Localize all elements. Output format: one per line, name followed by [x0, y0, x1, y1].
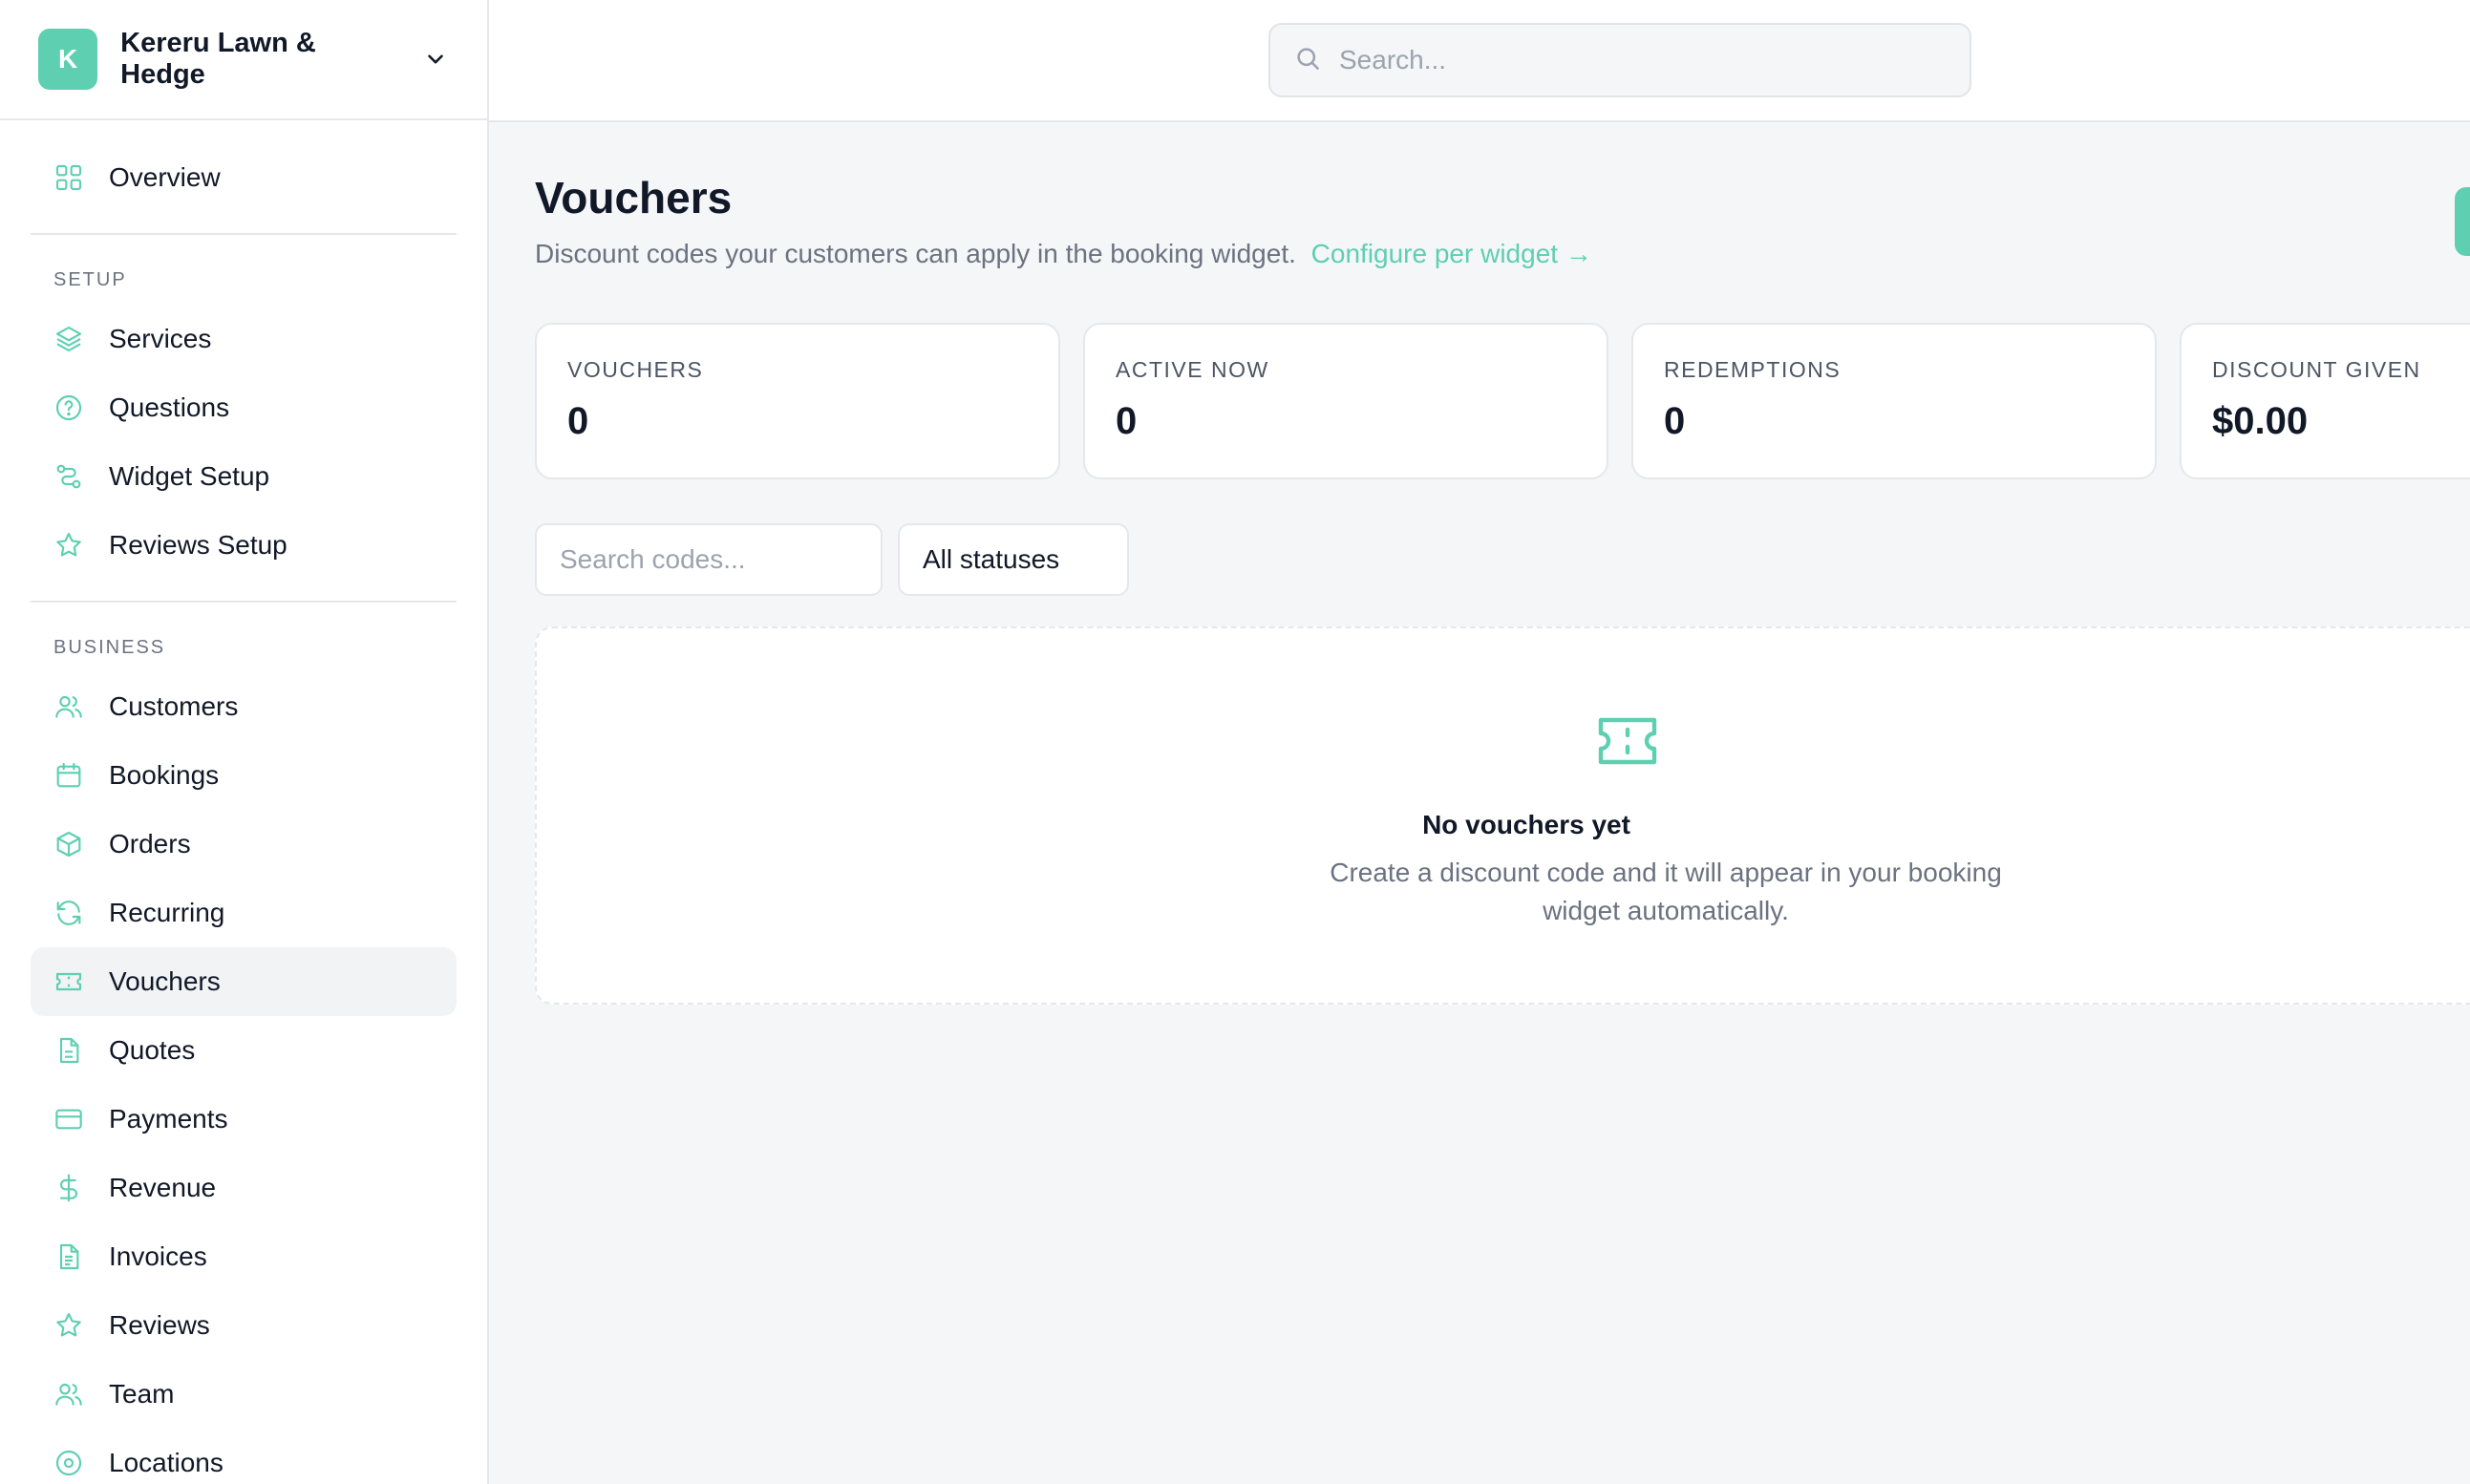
chevron-down-icon[interactable] — [423, 46, 449, 73]
sidebar-item-label: Quotes — [109, 1035, 196, 1065]
sidebar-item-locations[interactable]: Locations — [31, 1429, 457, 1484]
question-circle-icon — [53, 392, 84, 423]
sidebar-item-label: Locations — [109, 1448, 224, 1477]
search-placeholder: Search... — [1339, 45, 1447, 74]
empty-state-title: No vouchers yet — [1422, 810, 1630, 839]
sidebar: K Kereru Lawn & Hedge Overview SETUP Ser… — [0, 0, 489, 1484]
sidebar-item-label: Services — [109, 324, 212, 353]
status-filter-value: All statuses — [923, 544, 1060, 574]
stat-card-vouchers: VOUCHERS 0 — [535, 323, 1060, 479]
sidebar-item-reviews-setup[interactable]: Reviews Setup — [31, 511, 457, 580]
calendar-icon — [53, 760, 84, 791]
stat-card-active-now: ACTIVE NOW 0 — [1083, 323, 1608, 479]
sidebar-item-label: Payments — [109, 1104, 228, 1134]
stat-label: REDEMPTIONS — [1664, 357, 1842, 382]
empty-state-description: Create a discount code and it will appea… — [1330, 858, 2002, 925]
map-pin-icon — [53, 1448, 84, 1478]
workspace-name: Kereru Lawn & Hedge — [120, 28, 316, 90]
sidebar-item-payments[interactable]: Payments — [31, 1085, 457, 1154]
grid-icon — [53, 162, 84, 193]
page-subtitle: Discount codes your customers can apply … — [535, 239, 1592, 269]
sidebar-item-label: Reviews — [109, 1310, 210, 1340]
new-voucher-button[interactable] — [2455, 187, 2470, 256]
stat-value: 0 — [1116, 400, 1138, 442]
sidebar-item-quotes[interactable]: Quotes — [31, 1016, 457, 1085]
stat-value: 0 — [567, 400, 589, 442]
sidebar-item-customers[interactable]: Customers — [31, 672, 457, 741]
workspace-switcher[interactable]: K Kereru Lawn & Hedge — [0, 0, 487, 120]
sidebar-item-label: Customers — [109, 691, 239, 721]
file-text-icon — [53, 1241, 84, 1272]
sidebar-item-label: Reviews Setup — [109, 530, 287, 560]
sidebar-divider — [31, 233, 457, 235]
stat-label: DISCOUNT GIVEN — [2212, 357, 2421, 382]
sidebar-item-label: Recurring — [109, 898, 225, 927]
stat-card-discount-given: DISCOUNT GIVEN $0.00 — [2180, 323, 2470, 479]
sidebar-item-label: Vouchers — [109, 966, 221, 996]
sidebar-item-revenue[interactable]: Revenue — [31, 1154, 457, 1222]
sidebar-item-vouchers[interactable]: Vouchers — [31, 947, 457, 1016]
status-filter-select[interactable]: All statuses — [898, 523, 1129, 596]
sidebar-nav: Overview SETUP Services Questions Widget… — [0, 120, 487, 1484]
sidebar-item-overview[interactable]: Overview — [31, 143, 457, 212]
sidebar-item-label: Questions — [109, 392, 230, 422]
sidebar-item-label: Orders — [109, 829, 191, 859]
sidebar-item-label: Overview — [109, 162, 221, 192]
sidebar-item-reviews[interactable]: Reviews — [31, 1291, 457, 1360]
sidebar-item-bookings[interactable]: Bookings — [31, 741, 457, 810]
sidebar-item-label: Bookings — [109, 760, 220, 790]
refresh-icon — [53, 898, 84, 928]
users-icon — [53, 691, 84, 722]
users-icon — [53, 1379, 84, 1410]
sidebar-item-label: Revenue — [109, 1173, 217, 1202]
box-icon — [53, 829, 84, 859]
sidebar-item-invoices[interactable]: Invoices — [31, 1222, 457, 1291]
sidebar-item-label: Team — [109, 1379, 175, 1409]
sidebar-item-team[interactable]: Team — [31, 1360, 457, 1429]
file-icon — [53, 1035, 84, 1066]
page-subtitle-text: Discount codes your customers can apply … — [535, 239, 1296, 268]
stat-value: 0 — [1664, 400, 1686, 442]
sidebar-item-orders[interactable]: Orders — [31, 810, 457, 879]
sidebar-item-label: Widget Setup — [109, 461, 270, 491]
section-label-setup: SETUP — [53, 269, 127, 290]
star-icon — [53, 530, 84, 561]
sidebar-item-recurring[interactable]: Recurring — [31, 879, 457, 947]
workspace-avatar: K — [38, 29, 98, 90]
section-label-business: BUSINESS — [53, 637, 166, 658]
search-codes-placeholder: Search codes... — [560, 544, 746, 574]
sidebar-item-label: Invoices — [109, 1241, 207, 1271]
empty-state: No vouchers yet Create a discount code a… — [535, 626, 2470, 1005]
search-codes-input[interactable]: Search codes... — [535, 523, 883, 596]
stat-label: ACTIVE NOW — [1116, 357, 1269, 382]
stat-value: $0.00 — [2212, 400, 2309, 442]
sidebar-divider — [31, 601, 457, 603]
layers-icon — [53, 324, 84, 354]
global-search-input[interactable]: Search... — [1268, 23, 1971, 97]
route-icon — [53, 461, 84, 492]
sidebar-item-questions[interactable]: Questions — [31, 373, 457, 442]
ticket-icon — [53, 966, 84, 997]
top-bar: Search... — [489, 0, 2470, 122]
main-content: Vouchers Discount codes your customers c… — [489, 122, 2470, 1484]
stat-label: VOUCHERS — [567, 357, 704, 382]
ticket-icon — [1595, 714, 1660, 768]
dollar-icon — [53, 1173, 84, 1203]
star-icon — [53, 1310, 84, 1341]
page-title: Vouchers — [535, 173, 733, 223]
configure-per-widget-link[interactable]: Configure per widget → — [1311, 239, 1592, 268]
stat-card-redemptions: REDEMPTIONS 0 — [1631, 323, 2157, 479]
sidebar-item-widget-setup[interactable]: Widget Setup — [31, 442, 457, 511]
credit-card-icon — [53, 1104, 84, 1134]
search-icon — [1293, 44, 1322, 77]
sidebar-item-services[interactable]: Services — [31, 305, 457, 373]
